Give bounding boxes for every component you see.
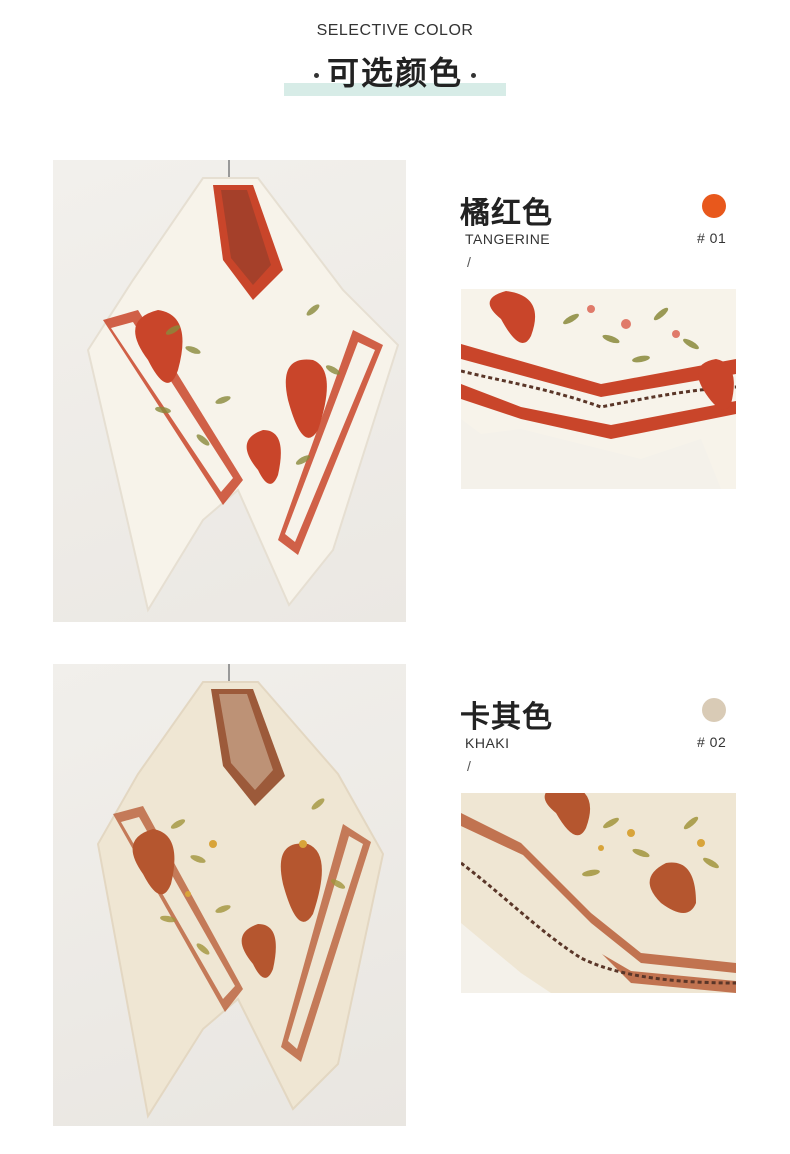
color-option-tangerine: 橘红色 TANGERINE / # 01 [0, 160, 790, 625]
slash-divider: / [467, 758, 471, 774]
product-main-photo[interactable] [53, 160, 406, 622]
color-swatch[interactable] [702, 698, 726, 722]
color-name-zh: 卡其色 [460, 700, 553, 735]
color-swatch[interactable] [702, 194, 726, 218]
product-detail-photo[interactable] [461, 289, 736, 489]
scarf-illustration [96, 664, 385, 1119]
bullet-dot-icon [471, 72, 476, 78]
scarf-detail-illustration [461, 793, 736, 993]
header-title-en: SELECTIVE COLOR [316, 22, 474, 39]
color-name-en: KHAKI [465, 735, 510, 751]
header-title-zh-text: 可选颜色 [326, 54, 463, 92]
color-code: # 02 [697, 734, 727, 750]
product-main-photo[interactable] [53, 664, 406, 1126]
header-title-zh: 可选颜色 [284, 52, 506, 94]
scarf-illustration [86, 160, 400, 613]
section-header: SELECTIVE COLOR 可选颜色 [0, 0, 790, 110]
product-detail-photo[interactable] [461, 793, 736, 993]
header-title-block: 可选颜色 [284, 52, 506, 96]
color-name-zh: 橘红色 [460, 196, 553, 231]
color-name-en: TANGERINE [465, 231, 551, 247]
scarf-detail-illustration [461, 289, 736, 489]
slash-divider: / [467, 254, 471, 270]
bullet-dot-icon [313, 72, 319, 78]
color-code: # 01 [697, 230, 727, 246]
color-option-khaki: 卡其色 KHAKI / # 02 [0, 664, 790, 1129]
